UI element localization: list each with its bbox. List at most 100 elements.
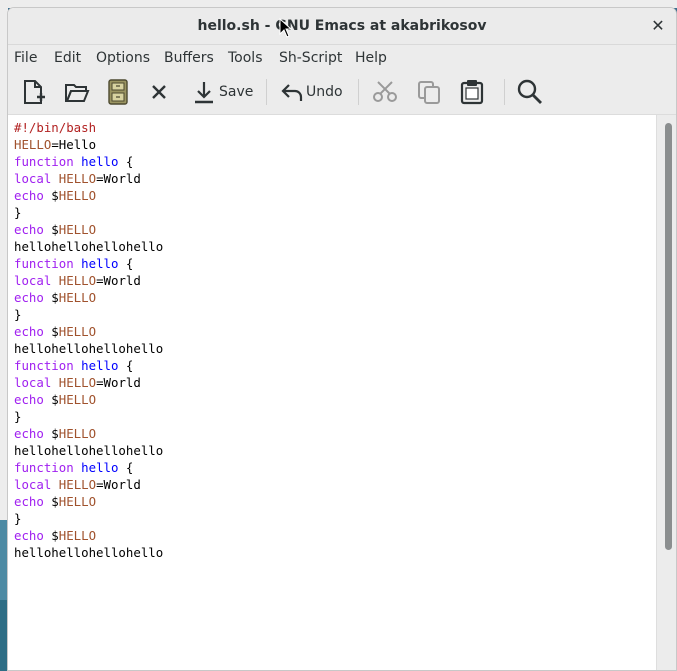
close-icon xyxy=(150,83,168,101)
open-folder-icon xyxy=(64,79,90,105)
menu-options[interactable]: Options xyxy=(96,50,150,66)
variable-token: HELLO xyxy=(58,188,97,203)
undo-label: Undo xyxy=(306,84,343,100)
save-icon xyxy=(193,79,215,105)
code-line: local HELLO=World xyxy=(14,375,141,390)
keyword-token: echo xyxy=(14,290,44,305)
new-file-icon xyxy=(20,79,46,105)
function-name-token: hello xyxy=(81,358,119,373)
keyword-token: local xyxy=(14,477,52,492)
variable-token: HELLO xyxy=(58,324,97,339)
function-name-token: hello xyxy=(81,460,119,475)
variable-token: HELLO xyxy=(58,273,97,288)
code-line: echo $HELLO xyxy=(14,222,97,237)
save-button[interactable]: Save xyxy=(193,77,253,107)
code-line: hellohellohellohello xyxy=(14,545,164,560)
mouse-pointer-icon xyxy=(279,18,293,38)
open-folder-button[interactable] xyxy=(64,77,90,107)
keyword-token: function xyxy=(14,460,74,475)
code-line: echo $HELLO xyxy=(14,188,97,203)
code-line: local HELLO=World xyxy=(14,273,141,288)
variable-token: HELLO xyxy=(58,392,97,407)
keyword-token: local xyxy=(14,375,52,390)
code-line: hellohellohellohello xyxy=(14,239,164,254)
copy-icon xyxy=(416,79,442,105)
cut-button[interactable] xyxy=(372,77,398,107)
code-line: } xyxy=(14,307,22,322)
variable-token: HELLO xyxy=(58,375,97,390)
search-button[interactable] xyxy=(517,77,543,107)
save-label: Save xyxy=(219,84,254,100)
menu-tools[interactable]: Tools xyxy=(228,50,263,66)
save-buffer-icon xyxy=(108,79,128,105)
variable-token: HELLO xyxy=(58,494,97,509)
code-line: echo $HELLO xyxy=(14,324,97,339)
menu-edit[interactable]: Edit xyxy=(54,50,81,66)
cut-icon xyxy=(372,80,398,104)
close-window-button[interactable]: ✕ xyxy=(648,16,668,36)
code-line: hellohellohellohello xyxy=(14,341,164,356)
code-text[interactable]: #!/bin/bash HELLO=Hello function hello {… xyxy=(14,119,163,561)
code-line: local HELLO=World xyxy=(14,477,141,492)
keyword-token: echo xyxy=(14,188,44,203)
code-line: function hello { xyxy=(14,460,134,475)
keyword-token: local xyxy=(14,171,52,186)
keyword-token: echo xyxy=(14,222,44,237)
title-bar[interactable]: hello.sh - GNU Emacs at akabrikosov ✕ xyxy=(8,8,676,45)
code-line: echo $HELLO xyxy=(14,494,97,509)
code-line: echo $HELLO xyxy=(14,290,97,305)
code-line: echo $HELLO xyxy=(14,392,97,407)
keyword-token: echo xyxy=(14,426,44,441)
close-buffer-button[interactable] xyxy=(150,77,168,107)
code-line: local HELLO=World xyxy=(14,171,141,186)
toolbar-separator xyxy=(266,79,267,105)
menu-help[interactable]: Help xyxy=(355,50,387,66)
code-line: } xyxy=(14,511,22,526)
scrollbar-thumb[interactable] xyxy=(665,123,672,550)
keyword-token: echo xyxy=(14,528,44,543)
keyword-token: echo xyxy=(14,494,44,509)
comment-token: #!/bin/bash xyxy=(14,120,97,135)
variable-token: HELLO xyxy=(58,290,97,305)
variable-token: HELLO xyxy=(58,171,97,186)
window-title: hello.sh - GNU Emacs at akabrikosov xyxy=(197,18,487,34)
vertical-scrollbar[interactable] xyxy=(656,115,676,670)
keyword-token: local xyxy=(14,273,52,288)
menu-file[interactable]: File xyxy=(14,50,37,66)
menu-bar: File Edit Options Buffers Tools Sh-Scrip… xyxy=(8,45,676,71)
keyword-token: echo xyxy=(14,392,44,407)
code-line: HELLO=Hello xyxy=(14,137,97,152)
save-buffer-button[interactable] xyxy=(108,77,128,107)
paste-icon xyxy=(460,79,484,105)
keyword-token: function xyxy=(14,256,74,271)
emacs-window: hello.sh - GNU Emacs at akabrikosov ✕ Fi… xyxy=(7,7,677,671)
code-line: } xyxy=(14,409,22,424)
toolbar-separator xyxy=(504,79,505,105)
variable-token: HELLO xyxy=(58,222,97,237)
editor-buffer[interactable]: #!/bin/bash HELLO=Hello function hello {… xyxy=(8,115,656,670)
variable-token: HELLO xyxy=(58,528,97,543)
search-icon xyxy=(517,79,543,105)
variable-token: HELLO xyxy=(14,137,52,152)
copy-button[interactable] xyxy=(416,77,442,107)
keyword-token: function xyxy=(14,358,74,373)
keyword-token: function xyxy=(14,154,74,169)
code-line: function hello { xyxy=(14,358,134,373)
new-file-button[interactable] xyxy=(20,77,46,107)
code-line: function hello { xyxy=(14,256,134,271)
code-line: hellohellohellohello xyxy=(14,443,164,458)
toolbar-separator xyxy=(358,79,359,105)
variable-token: HELLO xyxy=(58,426,97,441)
toolbar: Save Undo xyxy=(8,71,676,115)
code-line: } xyxy=(14,205,22,220)
function-name-token: hello xyxy=(81,154,119,169)
function-name-token: hello xyxy=(81,256,119,271)
menu-buffers[interactable]: Buffers xyxy=(164,50,214,66)
undo-icon xyxy=(280,81,304,103)
undo-button[interactable]: Undo xyxy=(280,77,343,107)
keyword-token: echo xyxy=(14,324,44,339)
menu-sh-script[interactable]: Sh-Script xyxy=(279,50,342,66)
paste-button[interactable] xyxy=(460,77,484,107)
code-line: function hello { xyxy=(14,154,134,169)
variable-token: HELLO xyxy=(58,477,97,492)
